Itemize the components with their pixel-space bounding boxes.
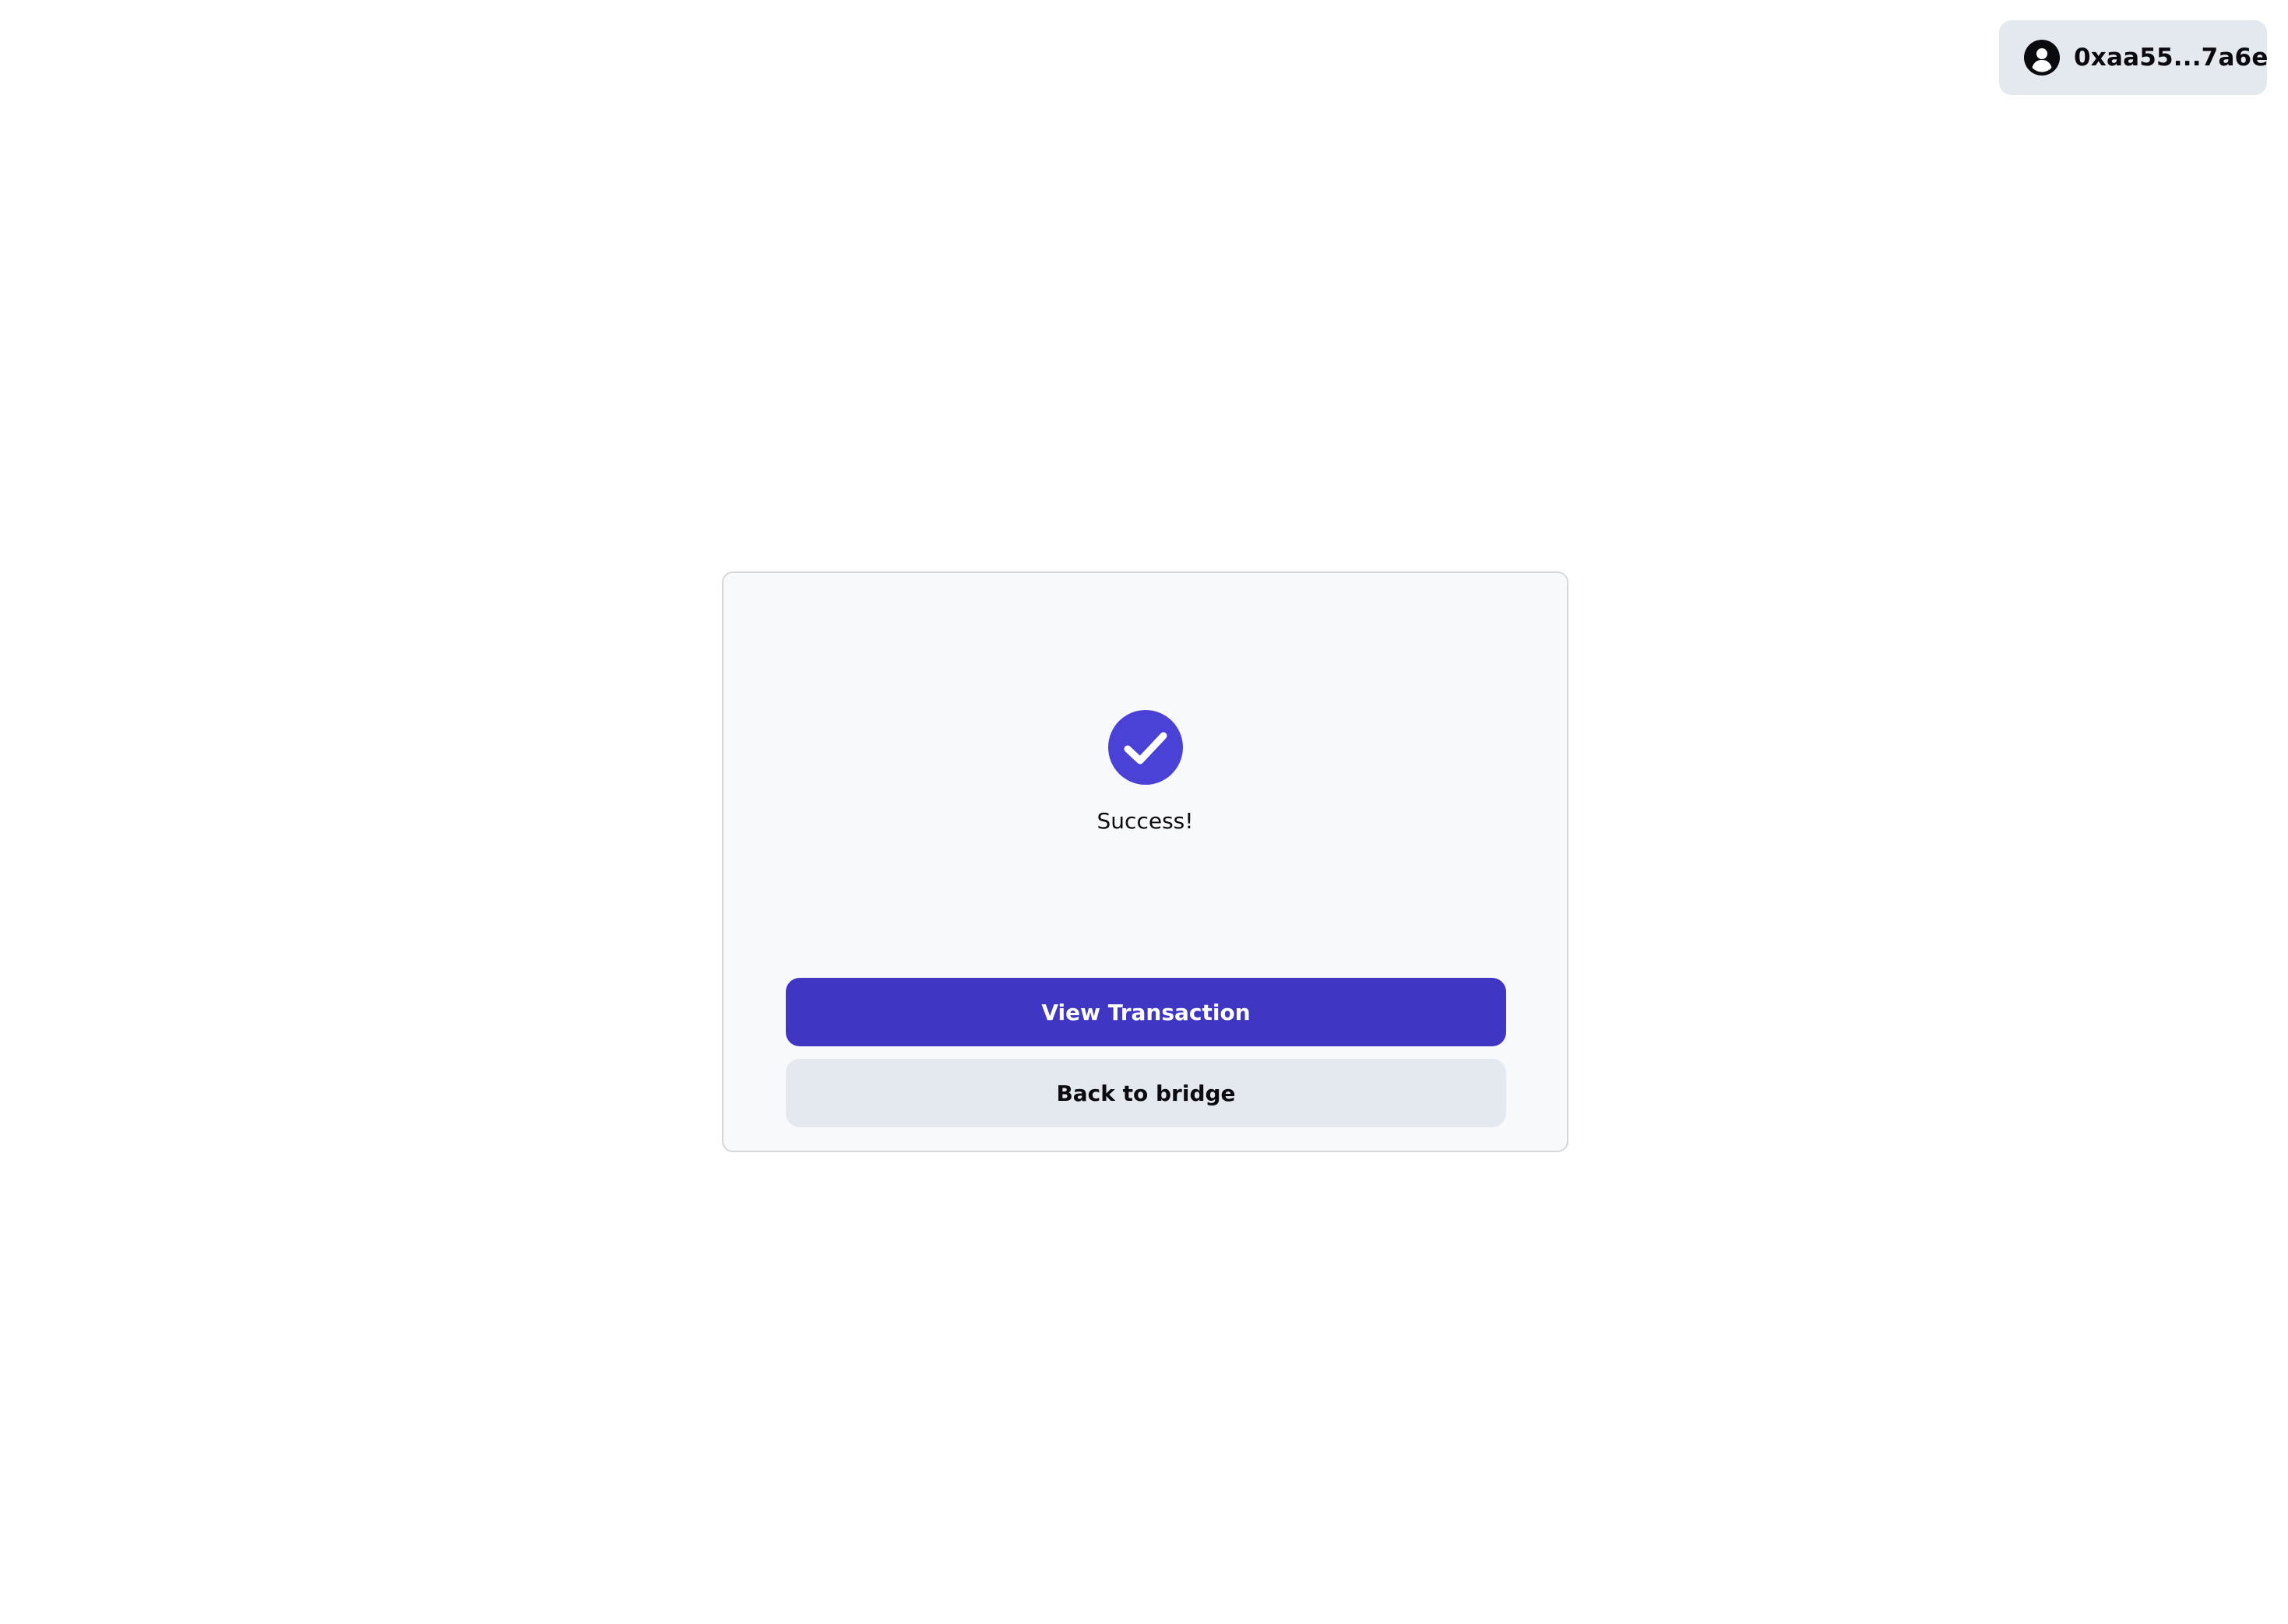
wallet-account-button[interactable]: 0xaa55...7a6e — [1999, 20, 2269, 95]
back-to-bridge-button[interactable]: Back to bridge — [786, 1059, 1506, 1127]
view-transaction-button[interactable]: View Transaction — [786, 978, 1506, 1046]
wallet-address: 0xaa55...7a6e — [2074, 44, 2269, 72]
check-circle-icon — [1108, 710, 1183, 785]
success-message: Success! — [1096, 808, 1194, 834]
user-circle-icon — [2024, 40, 2060, 76]
page: 0xaa55...7a6e Success! View Transaction … — [0, 0, 2288, 1624]
success-card: Success! View Transaction Back to bridge — [722, 571, 1568, 1152]
